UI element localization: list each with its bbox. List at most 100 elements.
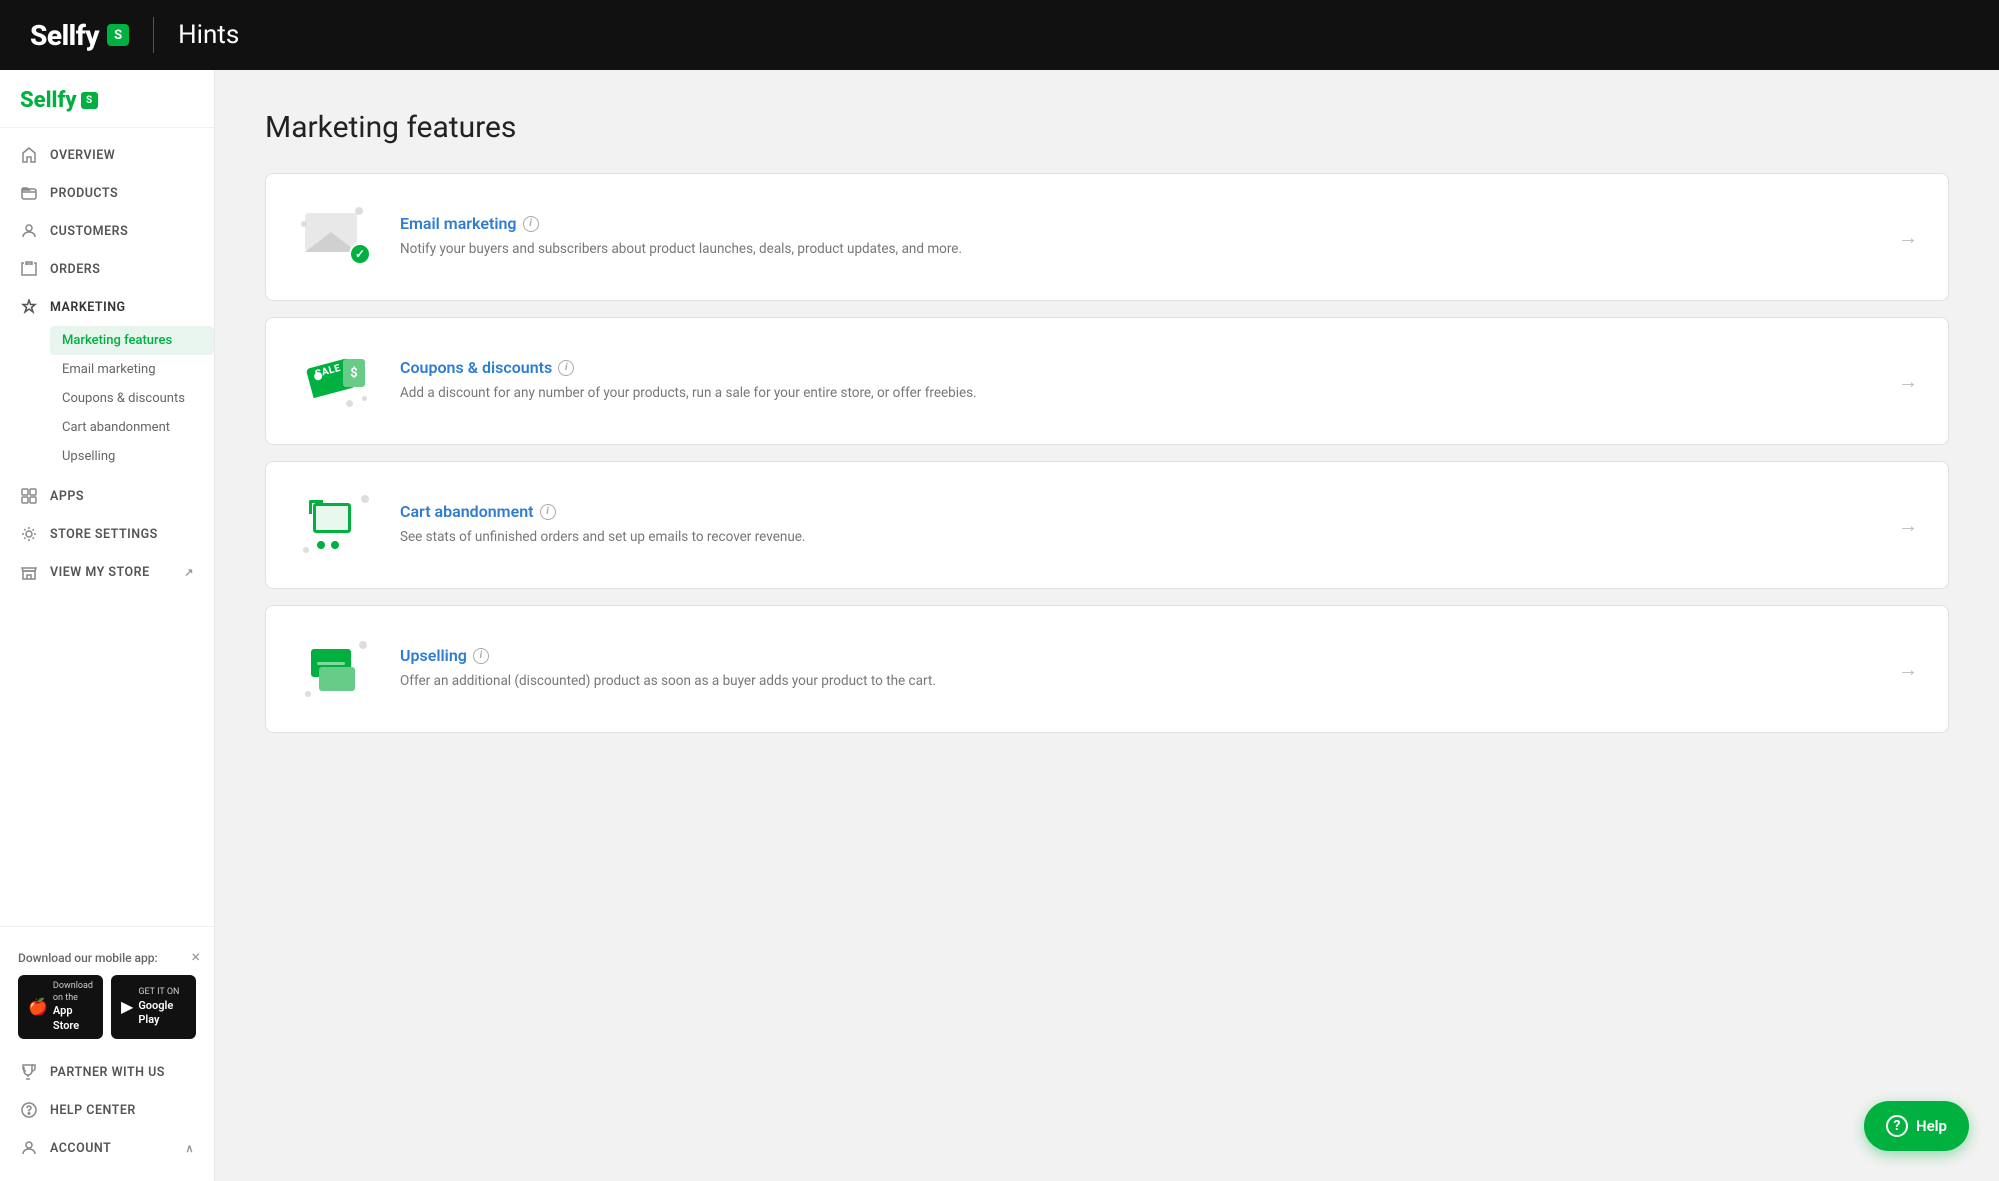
- top-header: Sellfy S Hints: [0, 0, 1999, 70]
- cart-icon: [301, 495, 371, 555]
- main-nav: OVERVIEW PRODUCTS CUST: [0, 128, 214, 599]
- subnav-cart-abandonment[interactable]: Cart abandonment: [50, 413, 214, 442]
- email-marketing-arrow: →: [1882, 225, 1918, 250]
- coupons-arrow: →: [1882, 369, 1918, 394]
- subnav-upselling[interactable]: Upselling: [50, 442, 214, 471]
- cart-abandonment-info: Cart abandonment i See stats of unfinish…: [400, 502, 1858, 547]
- coupons-name: Coupons & discounts i: [400, 358, 1858, 377]
- marketing-icon: [20, 298, 38, 316]
- cart-abandonment-desc: See stats of unfinished orders and set u…: [400, 527, 1858, 547]
- grid-icon: [20, 487, 38, 505]
- close-button[interactable]: ×: [191, 949, 200, 965]
- sidebar-item-apps[interactable]: APPS: [0, 477, 214, 515]
- store-icon: [20, 563, 38, 581]
- upselling-icon-area: [296, 634, 376, 704]
- apple-icon: 🍎: [28, 997, 48, 1018]
- play-store-badge[interactable]: ▶ GET IT ON Google Play: [111, 975, 196, 1039]
- subnav-email-marketing[interactable]: Email marketing: [50, 355, 214, 384]
- email-marketing-icon-area: ✓: [296, 202, 376, 272]
- play-store-sub: GET IT ON: [138, 987, 186, 999]
- sidebar-item-help-center[interactable]: HELP CENTER: [0, 1091, 214, 1129]
- sidebar-item-label-overview: OVERVIEW: [50, 148, 115, 163]
- sidebar-item-label-help-center: HELP CENTER: [50, 1103, 136, 1118]
- cart-abandonment-icon-area: [296, 490, 376, 560]
- upselling-arrow: →: [1882, 657, 1918, 682]
- upselling-desc: Offer an additional (discounted) product…: [400, 671, 1858, 691]
- email-marketing-desc: Notify your buyers and subscribers about…: [400, 239, 1858, 259]
- sidebar-item-label-partner: PARTNER WITH US: [50, 1065, 165, 1080]
- sidebar-item-marketing[interactable]: MARKETING: [0, 288, 214, 326]
- feature-card-cart-abandonment[interactable]: Cart abandonment i See stats of unfinish…: [265, 461, 1949, 589]
- coupon-icon: SALE $: [301, 351, 371, 411]
- mobile-app-label: Download our mobile app:: [18, 951, 196, 965]
- orders-icon: [20, 260, 38, 278]
- marketing-subnav: Marketing features Email marketing Coupo…: [0, 326, 214, 477]
- sidebar-item-view-store[interactable]: VIEW MY STORE ↗: [0, 553, 214, 591]
- help-circle-icon: [20, 1101, 38, 1119]
- cart-abandonment-name: Cart abandonment i: [400, 502, 1858, 521]
- header-title: Hints: [178, 20, 239, 50]
- play-icon: ▶: [121, 997, 133, 1018]
- sidebar-item-label-marketing: MARKETING: [50, 300, 126, 315]
- sidebar-item-store-settings[interactable]: STORE SETTINGS: [0, 515, 214, 553]
- sidebar-item-overview[interactable]: OVERVIEW: [0, 136, 214, 174]
- mobile-app-section: × Download our mobile app: 🍎 Download on…: [0, 941, 214, 1053]
- header-logo-text: Sellfy: [30, 19, 99, 52]
- gear-icon: [20, 525, 38, 543]
- question-circle-icon: ?: [1886, 1115, 1908, 1137]
- sidebar: Sellfy S OVERVIEW: [0, 70, 215, 1181]
- feature-card-email-marketing[interactable]: ✓ Email marketing i Notify your buyers a…: [265, 173, 1949, 301]
- sidebar-item-label-view-store: VIEW MY STORE: [50, 565, 150, 580]
- email-marketing-name: Email marketing i: [400, 214, 1858, 233]
- sidebar-item-label-customers: CUSTOMERS: [50, 224, 128, 239]
- main-content: Marketing features ✓ Email marketing i N…: [215, 70, 1999, 1181]
- header-logo: Sellfy S: [30, 19, 129, 52]
- sidebar-item-label-store-settings: STORE SETTINGS: [50, 527, 158, 542]
- upsell-icon: [301, 639, 371, 699]
- home-icon: [20, 146, 38, 164]
- sidebar-item-orders[interactable]: ORDERS: [0, 250, 214, 288]
- external-link-icon: ↗: [184, 566, 194, 579]
- help-button-label: Help: [1916, 1117, 1947, 1135]
- cart-abandonment-arrow: →: [1882, 513, 1918, 538]
- sidebar-logo-badge: S: [81, 92, 98, 109]
- sidebar-item-products[interactable]: PRODUCTS: [0, 174, 214, 212]
- sidebar-item-customers[interactable]: CUSTOMERS: [0, 212, 214, 250]
- coupons-info-icon[interactable]: i: [558, 360, 574, 376]
- feature-card-upselling[interactable]: Upselling i Offer an additional (discoun…: [265, 605, 1949, 733]
- upselling-info-icon[interactable]: i: [473, 648, 489, 664]
- sidebar-item-label-products: PRODUCTS: [50, 186, 118, 201]
- sidebar-bottom: × Download our mobile app: 🍎 Download on…: [0, 926, 214, 1181]
- sidebar-item-label-apps: APPS: [50, 489, 84, 504]
- upselling-info: Upselling i Offer an additional (discoun…: [400, 646, 1858, 691]
- subnav-marketing-features[interactable]: Marketing features: [50, 326, 214, 355]
- play-store-main: Google Play: [138, 999, 186, 1028]
- app-store-badge[interactable]: 🍎 Download on the App Store: [18, 975, 103, 1039]
- sidebar-logo-area: Sellfy S: [0, 70, 214, 128]
- page-title: Marketing features: [265, 110, 1949, 145]
- sidebar-item-label-orders: ORDERS: [50, 262, 100, 277]
- sidebar-item-partner[interactable]: PARTNER WITH US: [0, 1053, 214, 1091]
- email-icon: ✓: [301, 207, 371, 267]
- header-logo-badge: S: [107, 24, 129, 46]
- trophy-icon: [20, 1063, 38, 1081]
- coupons-info: Coupons & discounts i Add a discount for…: [400, 358, 1858, 403]
- feature-card-coupons[interactable]: SALE $ Coupons & discounts i Add a disco…: [265, 317, 1949, 445]
- sidebar-logo-text: Sellfy: [20, 88, 77, 113]
- app-badges: 🍎 Download on the App Store ▶ GET IT ON …: [18, 975, 196, 1039]
- coupons-desc: Add a discount for any number of your pr…: [400, 383, 1858, 403]
- app-store-main: App Store: [53, 1004, 93, 1033]
- cart-abandonment-info-icon[interactable]: i: [540, 504, 556, 520]
- app-store-sub: Download on the: [53, 981, 93, 1004]
- main-layout: Sellfy S OVERVIEW: [0, 70, 1999, 1181]
- email-marketing-info: Email marketing i Notify your buyers and…: [400, 214, 1858, 259]
- sidebar-item-account[interactable]: ACCOUNT ∧: [0, 1129, 214, 1167]
- coupons-icon-area: SALE $: [296, 346, 376, 416]
- email-marketing-info-icon[interactable]: i: [523, 216, 539, 232]
- person-icon: [20, 222, 38, 240]
- chevron-down-icon: ∧: [185, 1142, 194, 1155]
- sidebar-item-label-account: ACCOUNT: [50, 1141, 111, 1156]
- help-button[interactable]: ? Help: [1864, 1101, 1969, 1151]
- user-icon: [20, 1139, 38, 1157]
- subnav-coupons-discounts[interactable]: Coupons & discounts: [50, 384, 214, 413]
